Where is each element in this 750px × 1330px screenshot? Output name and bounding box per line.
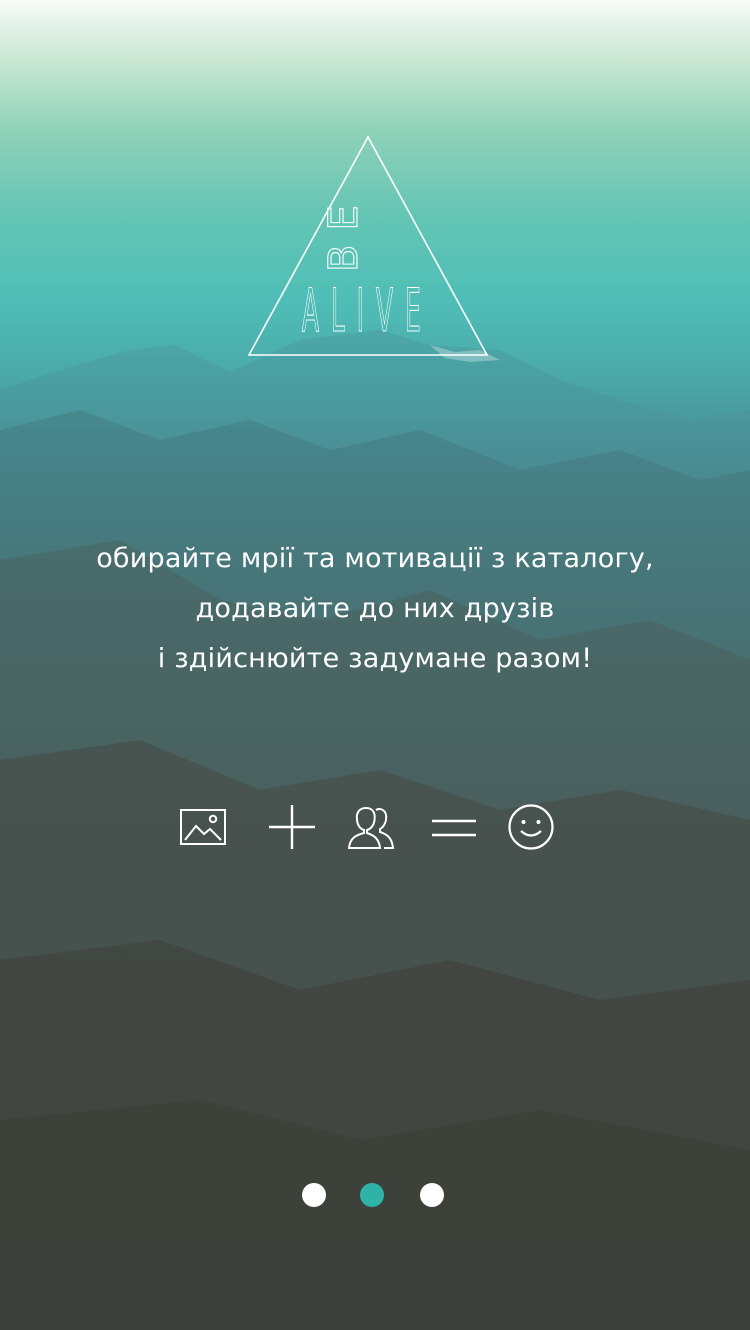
page-dot-2[interactable] [360, 1183, 384, 1207]
onboarding-screen: BE ALIVE обирайте мрії та мотивації з ка… [0, 0, 750, 1330]
smiley-icon [508, 804, 554, 850]
people-icon [347, 806, 395, 849]
logo-word-be: BE [321, 191, 367, 272]
page-dot-3[interactable] [420, 1183, 444, 1207]
tagline-line-2: додавайте до них друзів [195, 593, 555, 624]
logo-word-alive: ALIVE [302, 275, 433, 345]
tagline: обирайте мрії та мотивації з каталогу, д… [0, 534, 750, 684]
be-alive-logo: BE ALIVE [247, 135, 489, 356]
equals-icon [432, 819, 476, 837]
image-icon [180, 809, 226, 845]
tagline-line-3: і здійснюйте задумане разом! [157, 643, 593, 674]
page-indicator [0, 1183, 750, 1209]
feature-formula [0, 798, 750, 858]
page-dot-1[interactable] [302, 1183, 326, 1207]
plus-icon [269, 805, 315, 849]
tagline-line-1: обирайте мрії та мотивації з каталогу, [96, 543, 654, 574]
